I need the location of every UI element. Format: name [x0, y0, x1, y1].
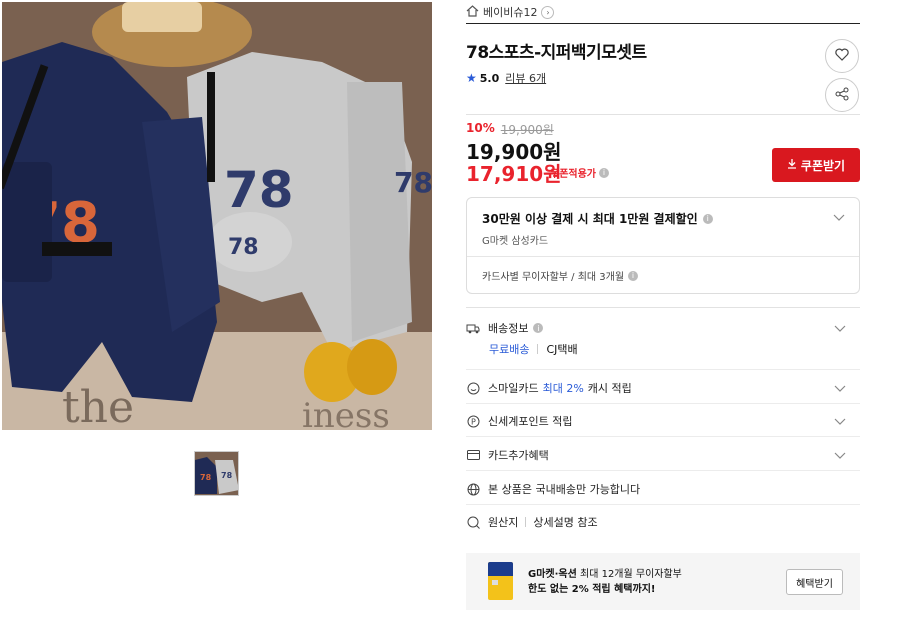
divider	[466, 114, 860, 115]
card-benefit-label: 카드추가혜택	[488, 449, 549, 462]
divider	[466, 504, 860, 505]
globe-icon	[466, 482, 480, 496]
separator	[525, 517, 527, 527]
review-count-link[interactable]: 리뷰 6개	[505, 70, 546, 86]
svg-text:the: the	[62, 382, 134, 430]
credit-card-icon	[466, 448, 480, 462]
divider	[466, 470, 860, 471]
promo-card-name: G마켓 삼성카드	[482, 236, 549, 247]
shinsegae-point-row[interactable]: P 신세계포인트 적립	[466, 413, 860, 429]
card-promo-box[interactable]: 30만원 이상 결제 시 최대 1만원 결제할인 i G마켓 삼성카드 카드사별…	[466, 197, 860, 294]
divider	[466, 403, 860, 404]
promo-title-text: 30만원 이상 결제 시 최대 1만원 결제할인	[482, 212, 698, 226]
free-shipping-label: 무료배송	[489, 343, 530, 356]
banner-brand: G마켓·옥션	[528, 569, 577, 580]
coupon-label: 쿠폰적용가 i	[550, 165, 609, 180]
point-icon: P	[466, 414, 480, 428]
rating-score: 5.0	[479, 71, 500, 85]
separator	[537, 344, 539, 354]
magnifier-icon	[466, 515, 480, 529]
svg-text:P: P	[471, 417, 476, 426]
info-icon[interactable]: i	[702, 213, 713, 224]
wishlist-button[interactable]	[825, 39, 859, 73]
store-name[interactable]: 베이비슈12	[483, 4, 537, 20]
star-icon: ★	[466, 71, 477, 85]
product-thumbnail[interactable]: 78 78	[194, 451, 239, 496]
info-icon[interactable]: i	[599, 167, 609, 178]
smile-card-suffix: 캐시 적립	[587, 382, 632, 395]
shinsegae-point-label: 신세계포인트 적립	[488, 415, 573, 428]
origin-value: 상세설명 참조	[533, 516, 598, 529]
info-icon[interactable]: i	[628, 270, 639, 281]
promo-title: 30만원 이상 결제 시 최대 1만원 결제할인 i	[482, 210, 713, 227]
rating: ★ 5.0 리뷰 6개	[466, 70, 546, 86]
chevron-down-icon	[834, 449, 846, 462]
banner-installment: 최대 12개월 무이자할부	[580, 569, 682, 580]
credit-card-image-icon	[488, 562, 513, 600]
shipping-info-row[interactable]: 배송정보 i	[466, 320, 860, 336]
installment-info: 카드사별 무이자할부 / 최대 3개월 i	[482, 268, 639, 283]
benefit-button[interactable]: 혜택받기	[786, 569, 843, 595]
domestic-shipping-label: 본 상품은 국내배송만 가능합니다	[488, 483, 641, 496]
coupon-download-button[interactable]: 쿠폰받기	[772, 148, 860, 182]
svg-text:78: 78	[224, 161, 294, 219]
carrier-label: CJ택배	[546, 343, 578, 356]
shipping-label: 배송정보	[488, 322, 529, 335]
heart-icon	[835, 48, 849, 64]
coupon-download-label: 쿠폰받기	[800, 158, 846, 173]
origin-label: 원산지	[488, 516, 519, 529]
chevron-down-icon	[834, 382, 846, 395]
gmarket-card-banner[interactable]: G마켓·옥션 최대 12개월 무이자할부 한도 없는 2% 적립 혜택까지! 혜…	[466, 553, 860, 610]
card-benefit-row[interactable]: 카드추가혜택	[466, 447, 860, 463]
banner-line1: G마켓·옥션 최대 12개월 무이자할부	[528, 567, 682, 582]
domestic-shipping-row: 본 상품은 국내배송만 가능합니다	[466, 481, 860, 497]
divider	[466, 23, 860, 24]
banner-line2: 한도 없는 2% 적립 혜택까지!	[528, 584, 656, 595]
shipping-detail: 무료배송 CJ택배	[489, 341, 578, 357]
svg-text:78: 78	[200, 473, 212, 482]
chevron-right-icon: ›	[541, 5, 555, 19]
share-icon	[835, 87, 849, 104]
installment-text: 카드사별 무이자할부 / 최대 3개월	[482, 272, 625, 283]
svg-text:78: 78	[221, 471, 233, 480]
share-button[interactable]	[825, 78, 859, 112]
smile-card-label: 스마일카드	[488, 382, 539, 395]
chevron-down-icon	[834, 415, 846, 428]
truck-icon	[466, 321, 480, 335]
store-link[interactable]: 베이비슈12 ›	[466, 2, 555, 22]
product-title: 78스포츠-지퍼백기모셋트	[466, 43, 647, 63]
smile-card-row[interactable]: 스마일카드 최대 2% 캐시 적립	[466, 380, 860, 396]
chevron-down-icon	[834, 322, 846, 335]
product-photo: the iness 78 78 78 78	[2, 2, 432, 430]
svg-text:78: 78	[394, 166, 432, 199]
smile-card-rate: 최대 2%	[542, 382, 584, 395]
divider	[467, 256, 859, 257]
smile-card-icon	[466, 381, 480, 395]
info-icon[interactable]: i	[533, 323, 544, 333]
coupon-price: 17,910원	[466, 162, 562, 186]
divider	[466, 307, 860, 308]
divider	[466, 369, 860, 370]
divider	[466, 436, 860, 437]
svg-text:iness: iness	[302, 396, 390, 430]
home-icon	[466, 4, 479, 20]
svg-text:78: 78	[228, 235, 259, 260]
banner-text: G마켓·옥션 최대 12개월 무이자할부 한도 없는 2% 적립 혜택까지!	[528, 567, 682, 597]
coupon-label-text: 쿠폰적용가	[550, 169, 596, 180]
chevron-down-icon[interactable]	[833, 210, 845, 224]
download-icon	[787, 158, 797, 172]
origin-row: 원산지 상세설명 참조	[466, 514, 860, 530]
